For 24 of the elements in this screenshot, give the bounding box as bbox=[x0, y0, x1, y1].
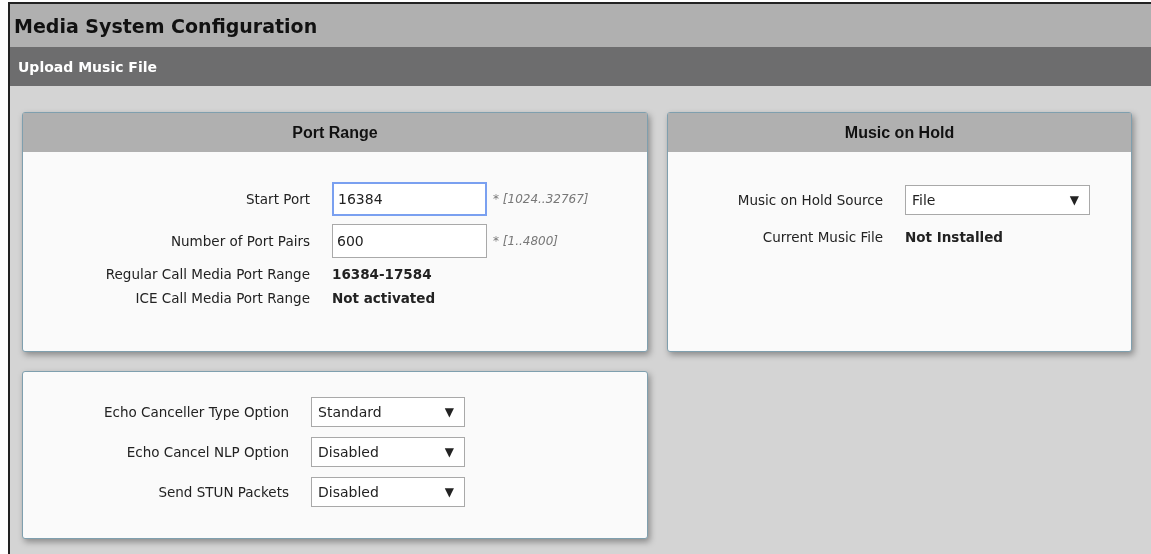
field-value: Not activated bbox=[332, 290, 437, 306]
field-label: Regular Call Media Port Range bbox=[104, 266, 310, 282]
field-label: Echo Cancel NLP Option bbox=[125, 444, 289, 460]
section-header: Upload Music File bbox=[10, 47, 1151, 86]
field-label: Current Music File bbox=[761, 229, 883, 245]
dropdown[interactable]: Standard ▼ bbox=[311, 397, 465, 427]
port-input[interactable]: 600 bbox=[332, 224, 487, 258]
field-label: Send STUN Packets bbox=[157, 484, 289, 500]
range-hint: * [1..4800] bbox=[493, 234, 559, 248]
dropdown[interactable]: Disabled ▼ bbox=[311, 477, 465, 507]
dropdown[interactable]: File ▼ bbox=[905, 185, 1090, 215]
field-label: Number of Port Pairs bbox=[169, 233, 310, 249]
panel-header: Music on Hold bbox=[668, 113, 1131, 152]
field-label: Echo Canceller Type Option bbox=[102, 404, 289, 420]
range-hint: * [1024..32767] bbox=[493, 192, 590, 206]
dropdown[interactable]: Disabled ▼ bbox=[311, 437, 465, 467]
field-label: Music on Hold Source bbox=[736, 192, 883, 208]
port-input[interactable]: 16384 bbox=[332, 182, 487, 216]
field-value: Not Installed bbox=[905, 229, 1005, 245]
field-value: 16384-17584 bbox=[332, 266, 433, 282]
panel-header: Port Range bbox=[23, 113, 647, 152]
page-title: Media System Configuration bbox=[10, 4, 1151, 47]
field-label: Start Port bbox=[244, 191, 310, 207]
field-label: ICE Call Media Port Range bbox=[134, 290, 310, 306]
